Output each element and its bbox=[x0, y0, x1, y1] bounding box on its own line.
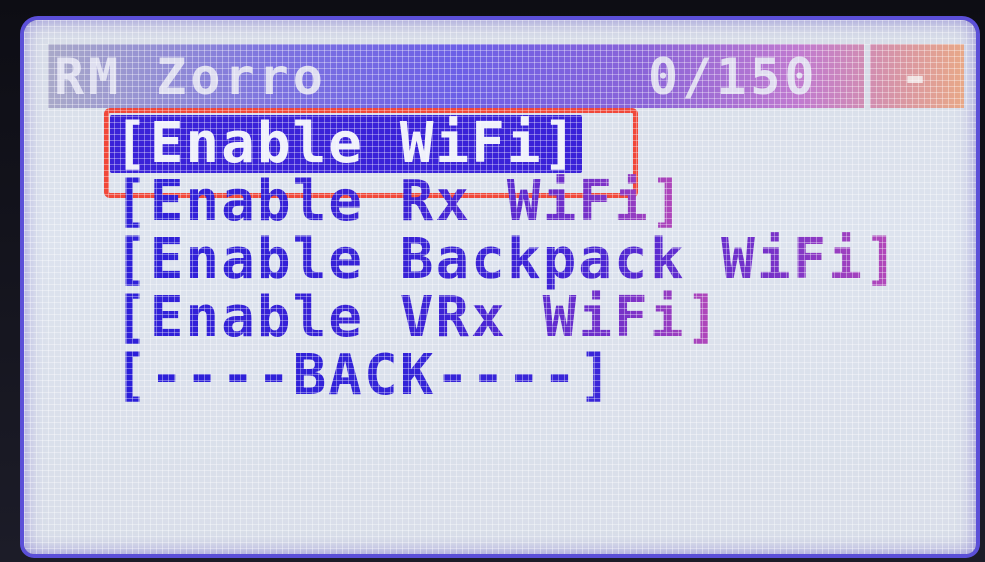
menu-item-label: [Enable Backpack WiFi] bbox=[114, 227, 900, 292]
menu-item-label: [Enable Rx WiFi] bbox=[114, 169, 686, 234]
menu-item-enable-vrx-wifi[interactable]: [Enable VRx WiFi] bbox=[114, 289, 900, 347]
title-divider bbox=[864, 44, 870, 108]
status-indicator: - bbox=[900, 48, 931, 106]
menu-item-enable-rx-wifi[interactable]: [Enable Rx WiFi] bbox=[114, 173, 900, 231]
wifi-menu: [Enable WiFi] [Enable Rx WiFi] [Enable B… bbox=[104, 108, 900, 405]
packet-counter: 0/150 bbox=[648, 48, 819, 106]
menu-item-label: [Enable WiFi] bbox=[114, 111, 579, 176]
menu-item-enable-backpack-wifi[interactable]: [Enable Backpack WiFi] bbox=[114, 231, 900, 289]
device-title: RM Zorro bbox=[54, 48, 327, 106]
lcd-screen: RM Zorro 0/150 - [Enable WiFi] [Enable R… bbox=[24, 20, 976, 554]
menu-item-enable-wifi[interactable]: [Enable WiFi] bbox=[104, 108, 638, 198]
title-bar: RM Zorro 0/150 - bbox=[48, 44, 964, 108]
menu-item-back[interactable]: [----BACK----] bbox=[114, 347, 900, 405]
menu-item-label: [----BACK----] bbox=[114, 343, 615, 408]
radio-bezel: RM Zorro 0/150 - [Enable WiFi] [Enable R… bbox=[0, 0, 985, 562]
menu-item-label: [Enable VRx WiFi] bbox=[114, 285, 722, 350]
